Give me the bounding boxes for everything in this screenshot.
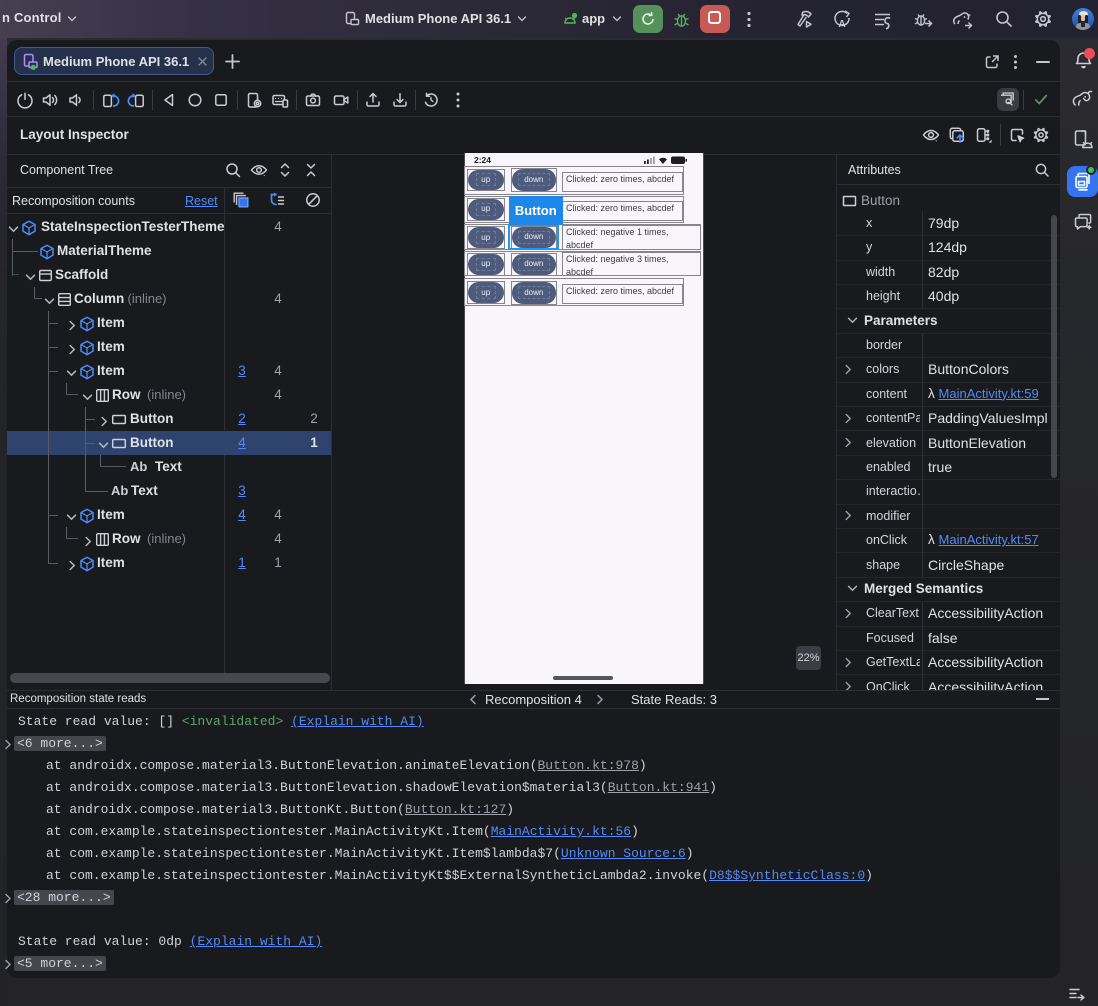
svg-text:A: A xyxy=(838,19,845,30)
